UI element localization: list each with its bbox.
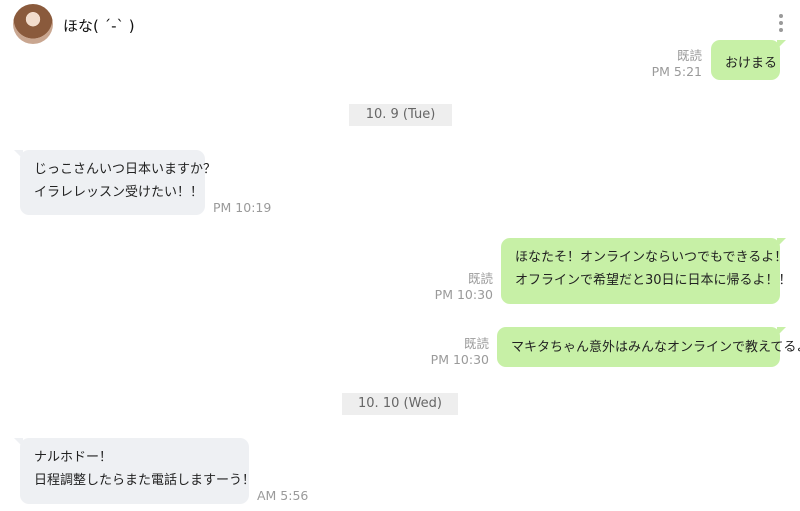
read-receipt: 既読: [676, 48, 702, 63]
read-receipt: 既読: [467, 271, 493, 286]
contact-avatar[interactable]: [13, 4, 53, 44]
message-bubble-outgoing[interactable]: ほなたそ！オンラインならいつでもできるよ！ オフラインで希望だと30日に日本に帰…: [501, 238, 792, 304]
message-meta: 既読 PM 10:30: [400, 336, 489, 368]
message-text: ナルホドー！: [34, 450, 113, 465]
message-bubble-outgoing[interactable]: おけまる: [711, 40, 786, 80]
message-bubble-incoming[interactable]: ナルホドー！ 日程調整したらまた電話しますーう！: [14, 438, 256, 504]
message-time: AM 5:56: [257, 488, 309, 503]
message-meta: 既読 PM 10:30: [400, 271, 493, 303]
contact-name[interactable]: ほな( ´-` ): [63, 15, 135, 36]
message-text: オフラインで希望だと30日に日本に帰るよ！！: [515, 273, 792, 288]
kebab-menu-icon[interactable]: [774, 12, 788, 38]
message-text: 日程調整したらまた電話しますーう！: [34, 473, 256, 488]
message-text: マキタちゃん意外はみんなオンラインで教えてるよ: [511, 340, 800, 355]
date-divider: 10. 10 (Wed): [342, 393, 458, 415]
message-meta: 既読 PM 5:21: [620, 48, 702, 80]
message-bubble-incoming[interactable]: じっこさんいつ日本いますか？ イラレレッスン受けたい！！: [14, 150, 217, 215]
message-time: PM 10:30: [430, 352, 489, 367]
message-text: イラレレッスン受けたい！！: [34, 185, 204, 200]
message-text: じっこさんいつ日本いますか？: [34, 162, 217, 177]
chat-header: ほな( ´-` ): [0, 0, 800, 46]
date-divider: 10. 9 (Tue): [349, 104, 452, 126]
read-receipt: 既読: [463, 336, 489, 351]
message-time: PM 5:21: [651, 64, 702, 79]
message-text: おけまる: [725, 56, 778, 71]
message-bubble-outgoing[interactable]: マキタちゃん意外はみんなオンラインで教えてるよ: [497, 327, 800, 367]
message-time: PM 10:30: [434, 287, 493, 302]
message-text: ほなたそ！オンラインならいつでもできるよ！: [515, 250, 788, 265]
message-time: PM 10:19: [213, 200, 272, 215]
